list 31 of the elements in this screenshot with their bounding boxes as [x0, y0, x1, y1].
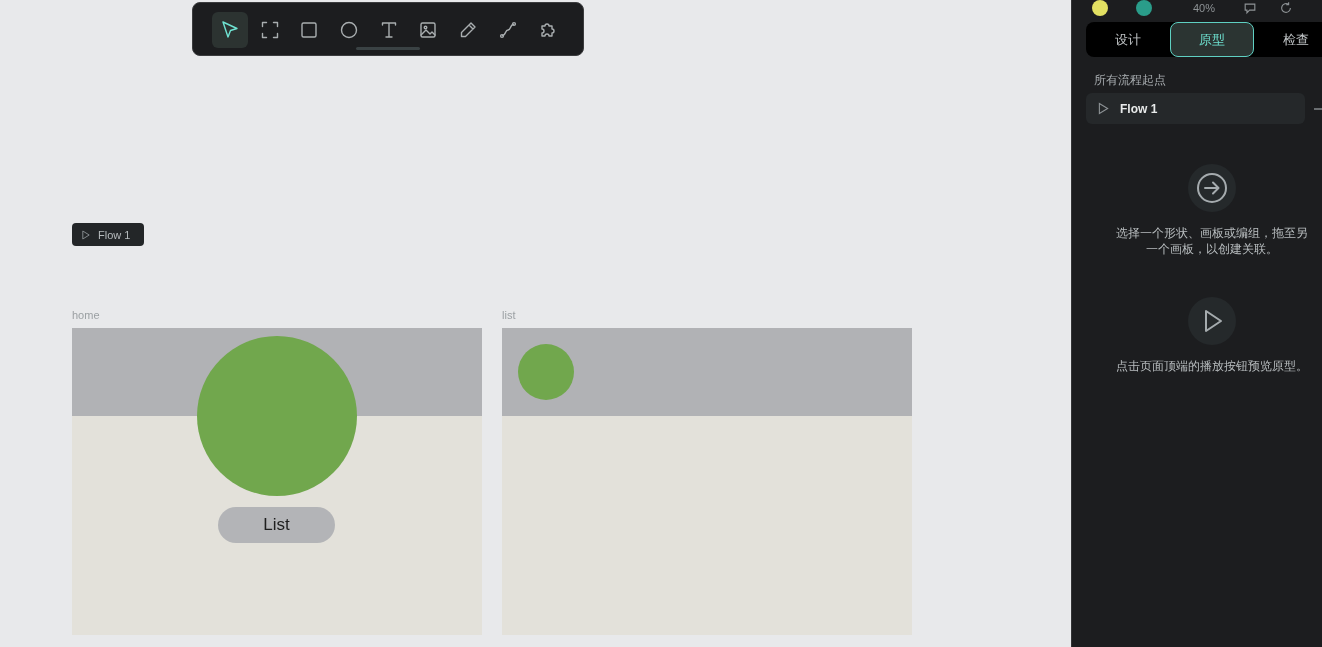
section-title: 所有流程起点 [1094, 72, 1167, 88]
hint-text: 点击页面顶端的播放按钮预览原型。 [1115, 358, 1309, 374]
board-title: list [502, 309, 517, 322]
hint-text: 选择一个形状、画板或编组，拖至另一个画板，以创建关联。 [1115, 225, 1309, 257]
mode-tab[interactable]: 设计 [1086, 22, 1170, 57]
board-title: home [72, 309, 101, 322]
frame-icon [260, 21, 279, 39]
comment-icon[interactable] [1243, 1, 1258, 15]
play-icon [82, 229, 90, 240]
zoom-level[interactable]: 40% [1193, 2, 1216, 14]
select-tool-button[interactable] [212, 12, 248, 48]
flow-start-badge[interactable]: Flow 1 [72, 223, 144, 246]
image-icon [419, 21, 438, 39]
list-button[interactable]: List [218, 507, 335, 543]
mode-tab[interactable]: 原型 [1170, 22, 1254, 57]
cursor-icon [221, 21, 239, 39]
mode-tab[interactable]: 检查 [1254, 22, 1322, 57]
flow-item[interactable]: Flow 1 [1086, 93, 1305, 124]
arrow-circle-icon [1188, 164, 1236, 212]
drag-handle[interactable] [356, 47, 420, 50]
text-icon [379, 21, 398, 39]
pencil-icon [459, 21, 478, 39]
user-avatar[interactable] [1092, 0, 1108, 16]
square-icon [300, 21, 319, 39]
user-avatar[interactable] [1136, 0, 1152, 16]
circle-icon [340, 21, 359, 39]
play-icon [1188, 297, 1236, 345]
refresh-icon[interactable] [1279, 1, 1294, 15]
play-icon [1098, 102, 1109, 115]
curve-icon [498, 21, 517, 39]
puzzle-icon [538, 21, 557, 39]
